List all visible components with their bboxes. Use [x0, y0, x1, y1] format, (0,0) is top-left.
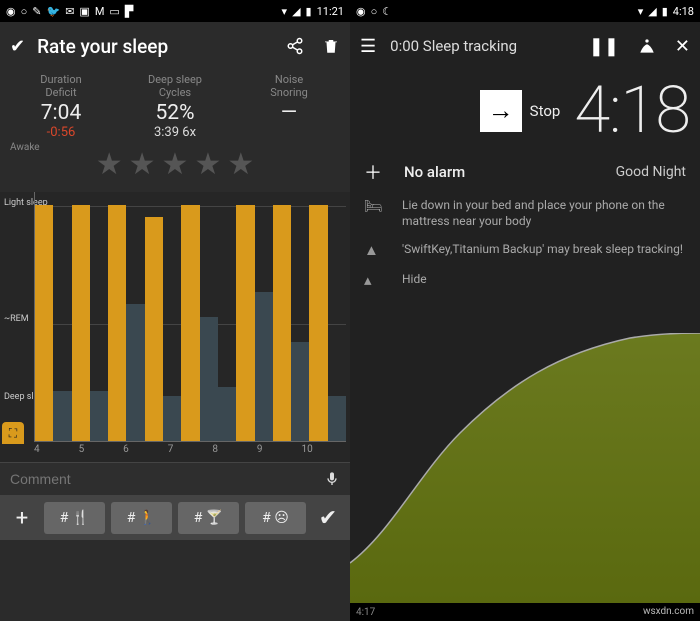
- signal-icon: ◢: [648, 5, 656, 18]
- square-icon: ▭: [109, 5, 119, 18]
- bed-icon: 🛏: [364, 197, 384, 215]
- star-4[interactable]: ★: [194, 147, 221, 182]
- add-tag-button[interactable]: +: [6, 506, 38, 531]
- app-icon: ▣: [79, 5, 89, 18]
- signal-icon: ◢: [292, 5, 300, 18]
- check-icon[interactable]: ✔: [10, 36, 25, 57]
- circle-icon: ○: [371, 5, 378, 18]
- status-time: 11:21: [317, 5, 344, 18]
- good-night-label: Good Night: [616, 164, 686, 180]
- cast-icon: ◉: [356, 5, 366, 18]
- pencil-icon: ✎: [32, 5, 41, 18]
- right-screenshot: ◉ ○ ☾ ▾ ◢ ▮ 4:18 ☰ 0:00 Sleep tracking ❚…: [350, 0, 700, 621]
- comment-input[interactable]: [10, 471, 324, 487]
- hint-lie-down: 🛏 Lie down in your bed and place your ph…: [350, 191, 700, 235]
- tag-walk[interactable]: # 🚶: [111, 502, 172, 534]
- watermark: wsxdn.com: [643, 606, 694, 617]
- chevron-up-icon: ▴: [364, 271, 384, 289]
- footer-time: 4:17: [356, 607, 375, 618]
- clock-row: → Stop 4:18: [350, 70, 700, 145]
- star-5[interactable]: ★: [227, 147, 254, 182]
- tag-bar: + # 🍴 # 🚶 # 🍸 # ☹ ✔: [0, 496, 350, 540]
- sleep-wave-chart: [350, 333, 700, 603]
- moon-icon: ☾: [382, 5, 392, 18]
- stat-duration: Duration Deficit 7:04 -0:56: [4, 74, 118, 140]
- no-alarm-label: No alarm: [404, 163, 616, 181]
- hide-row[interactable]: ▴ Hide: [350, 265, 700, 295]
- pause-icon[interactable]: ❚❚: [589, 36, 619, 57]
- star-3[interactable]: ★: [162, 147, 189, 182]
- flipboard-icon: ▛: [125, 5, 133, 18]
- battery-icon: ▮: [662, 5, 668, 18]
- menu-icon[interactable]: ☰: [360, 36, 376, 57]
- circle-icon: ○: [21, 5, 28, 18]
- warning-icon: ▲: [364, 241, 384, 259]
- fullscreen-icon[interactable]: ⛶: [2, 422, 24, 444]
- cast-icon: ◉: [6, 5, 16, 18]
- star-1[interactable]: ★: [96, 147, 123, 182]
- stop-button[interactable]: → Stop: [480, 90, 561, 132]
- gmail-icon: M: [95, 5, 105, 18]
- sleep-icon[interactable]: [637, 36, 657, 56]
- status-bar: ◉ ○ ☾ ▾ ◢ ▮ 4:18: [350, 0, 700, 22]
- page-title: Rate your sleep: [37, 35, 268, 58]
- app-bar: ✔ Rate your sleep: [0, 22, 350, 70]
- confirm-tags-button[interactable]: ✔: [312, 506, 344, 531]
- battery-icon: ▮: [306, 5, 312, 18]
- page-title: 0:00 Sleep tracking: [390, 37, 571, 55]
- stats-row: Duration Deficit 7:04 -0:56 Deep sleep C…: [0, 70, 350, 140]
- trash-icon[interactable]: [322, 37, 340, 55]
- tag-sad[interactable]: # ☹: [245, 502, 306, 534]
- rating-stars[interactable]: ★ ★ ★ ★ ★: [0, 147, 350, 182]
- status-time: 4:18: [673, 5, 694, 18]
- status-bar: ◉ ○ ✎ 🐦 ✉ ▣ M ▭ ▛ ▾ ◢ ▮ 11:21: [0, 0, 350, 22]
- close-icon[interactable]: ✕: [675, 36, 690, 57]
- sleep-chart[interactable]: Light sleep ~REM Deep sleep 45678910 ⛶: [0, 192, 350, 462]
- alarm-row[interactable]: ＋ No alarm Good Night: [350, 145, 700, 191]
- comment-row: [0, 462, 350, 496]
- arrow-right-icon: →: [480, 90, 522, 132]
- wifi-icon: ▾: [638, 5, 644, 18]
- mic-icon[interactable]: [324, 469, 340, 489]
- tag-drink[interactable]: # 🍸: [178, 502, 239, 534]
- ylabel-rem: ~REM: [4, 314, 29, 324]
- wifi-icon: ▾: [282, 5, 288, 18]
- twitter-icon: 🐦: [46, 5, 60, 18]
- share-icon[interactable]: [286, 37, 304, 55]
- hint-warning: ▲ 'SwiftKey,Titanium Backup' may break s…: [350, 235, 700, 265]
- left-screenshot: ◉ ○ ✎ 🐦 ✉ ▣ M ▭ ▛ ▾ ◢ ▮ 11:21 ✔ Rate you…: [0, 0, 350, 621]
- current-time: 4:18: [574, 78, 690, 143]
- plus-icon[interactable]: ＋: [364, 159, 382, 185]
- stat-noise: Noise Snoring —: [232, 74, 346, 140]
- mail-icon: ✉: [65, 5, 74, 18]
- stat-deep-sleep: Deep sleep Cycles 52% 3:39 6x: [118, 74, 232, 140]
- tag-food[interactable]: # 🍴: [44, 502, 105, 534]
- app-bar: ☰ 0:00 Sleep tracking ❚❚ ✕: [350, 22, 700, 70]
- star-2[interactable]: ★: [129, 147, 156, 182]
